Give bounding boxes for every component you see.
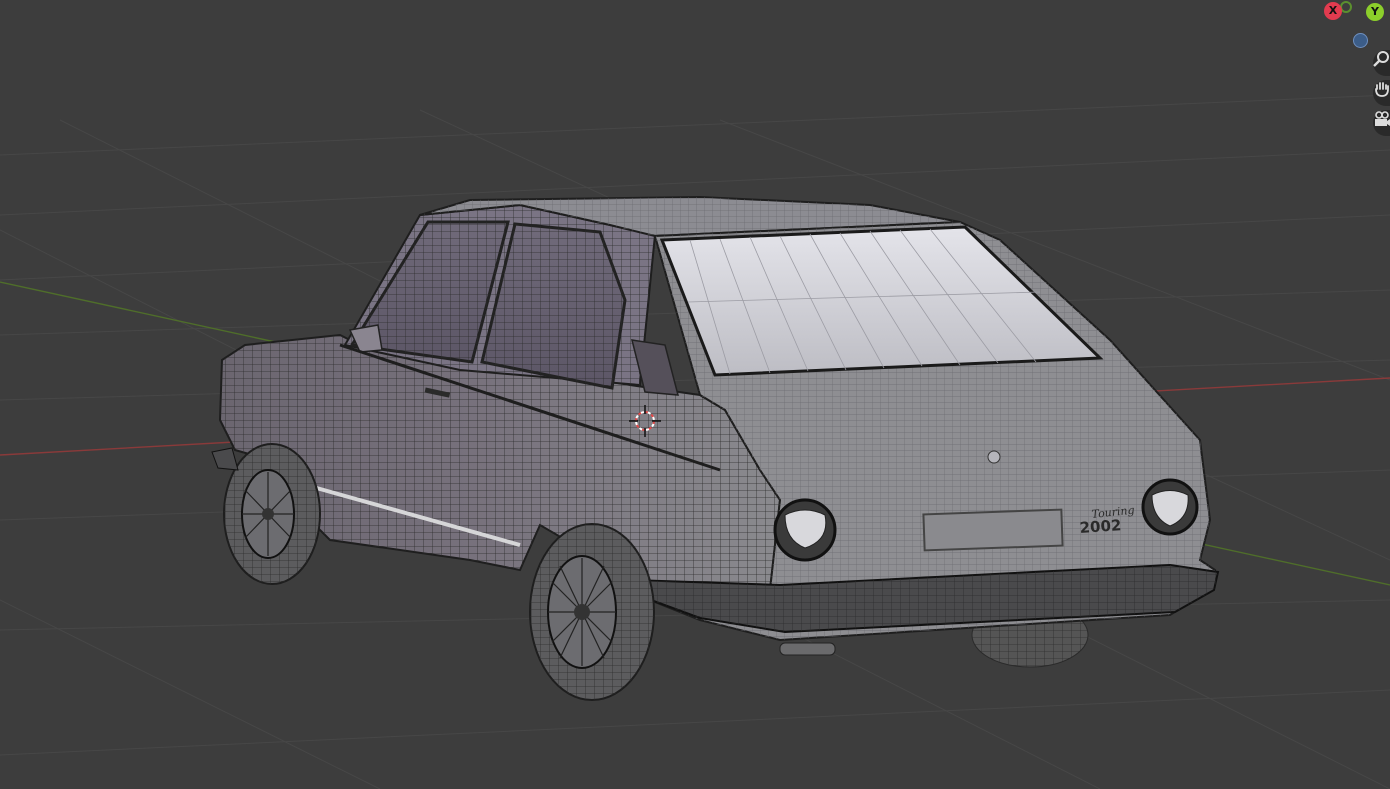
camera-icon [1375,111,1390,126]
x-axis-button[interactable]: X [1324,2,1342,20]
3d-viewport[interactable]: Touring 2002 X Y [0,0,1390,789]
magnifier-icon [1373,51,1389,67]
rear-emblem [987,450,1001,464]
y-axis-button[interactable]: Y [1366,3,1384,21]
negative-axis-button[interactable] [1353,33,1368,48]
license-plate [922,508,1064,552]
badge-model: 2002 [1079,516,1122,537]
hand-icon [1375,82,1389,97]
viewport-canvas: Touring 2002 [0,94,1390,789]
